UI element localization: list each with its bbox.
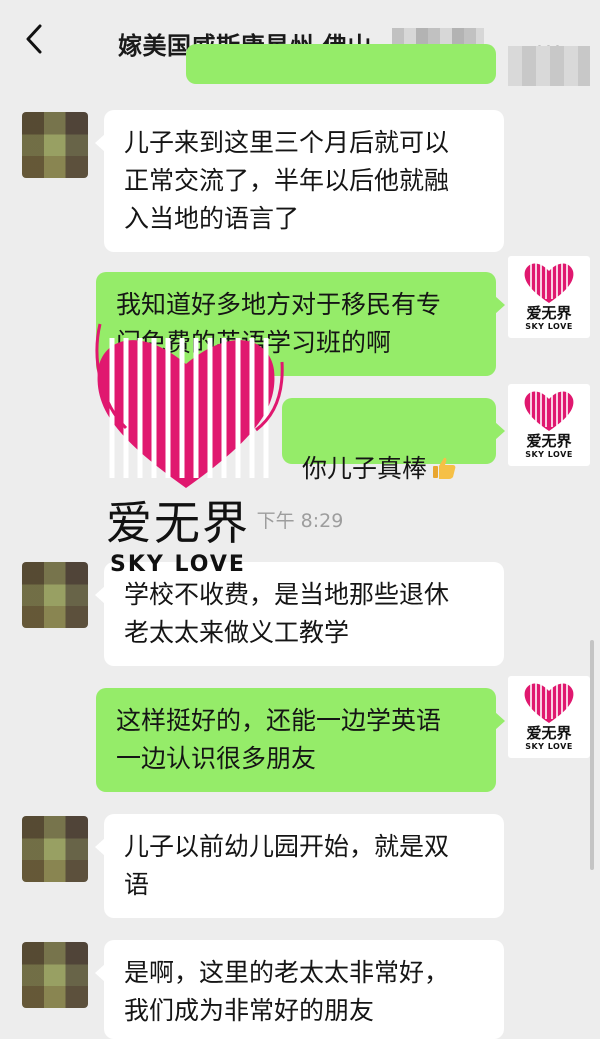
self-avatar[interactable]: 爱无界 SKY LOVE bbox=[508, 676, 590, 758]
contact-avatar[interactable] bbox=[22, 562, 88, 628]
self-avatar[interactable]: 爱无界 SKY LOVE bbox=[508, 256, 590, 338]
logo-text-en: SKY LOVE bbox=[525, 742, 573, 751]
logo-text-cn: 爱无界 bbox=[526, 724, 572, 742]
contact-avatar[interactable] bbox=[22, 112, 88, 178]
logo-text-en: SKY LOVE bbox=[525, 322, 573, 331]
self-avatar[interactable]: 爱无界 SKY LOVE bbox=[508, 384, 590, 466]
contact-avatar[interactable] bbox=[22, 816, 88, 882]
thumbs-up-icon bbox=[433, 457, 456, 479]
message-bubble-received[interactable]: 儿子以前幼儿园开始，就是双 语 bbox=[95, 814, 504, 918]
message-bubble-received[interactable]: 儿子来到这里三个月后就可以 正常交流了，半年以后他就融 入当地的语言了 bbox=[95, 110, 504, 252]
message-bubble-received[interactable]: 是啊，这里的老太太非常好， 我们成为非常好的朋友 bbox=[95, 940, 504, 1039]
watermark-text-cn: 爱无界 bbox=[106, 496, 250, 550]
logo-text-cn: 爱无界 bbox=[526, 432, 572, 450]
watermark-text-en: SKY LOVE bbox=[110, 552, 246, 577]
redacted-avatar bbox=[508, 46, 590, 86]
chevron-left-icon bbox=[26, 24, 42, 54]
scrollbar[interactable] bbox=[590, 640, 594, 870]
message-bubble-sent[interactable]: 这样挺好的，还能一边学英语 一边认识很多朋友 bbox=[96, 688, 505, 792]
heart-logo-icon bbox=[524, 683, 574, 723]
contact-avatar[interactable] bbox=[22, 942, 88, 1008]
heart-logo-icon bbox=[95, 323, 284, 488]
logo-text-cn: 爱无界 bbox=[526, 304, 572, 322]
heart-logo-icon bbox=[524, 263, 574, 303]
back-button[interactable] bbox=[22, 22, 48, 56]
previous-message-bubble bbox=[186, 44, 496, 84]
skylove-watermark: 爱无界 SKY LOVE bbox=[86, 318, 326, 588]
heart-logo-icon bbox=[524, 391, 574, 431]
logo-text-en: SKY LOVE bbox=[525, 450, 573, 459]
